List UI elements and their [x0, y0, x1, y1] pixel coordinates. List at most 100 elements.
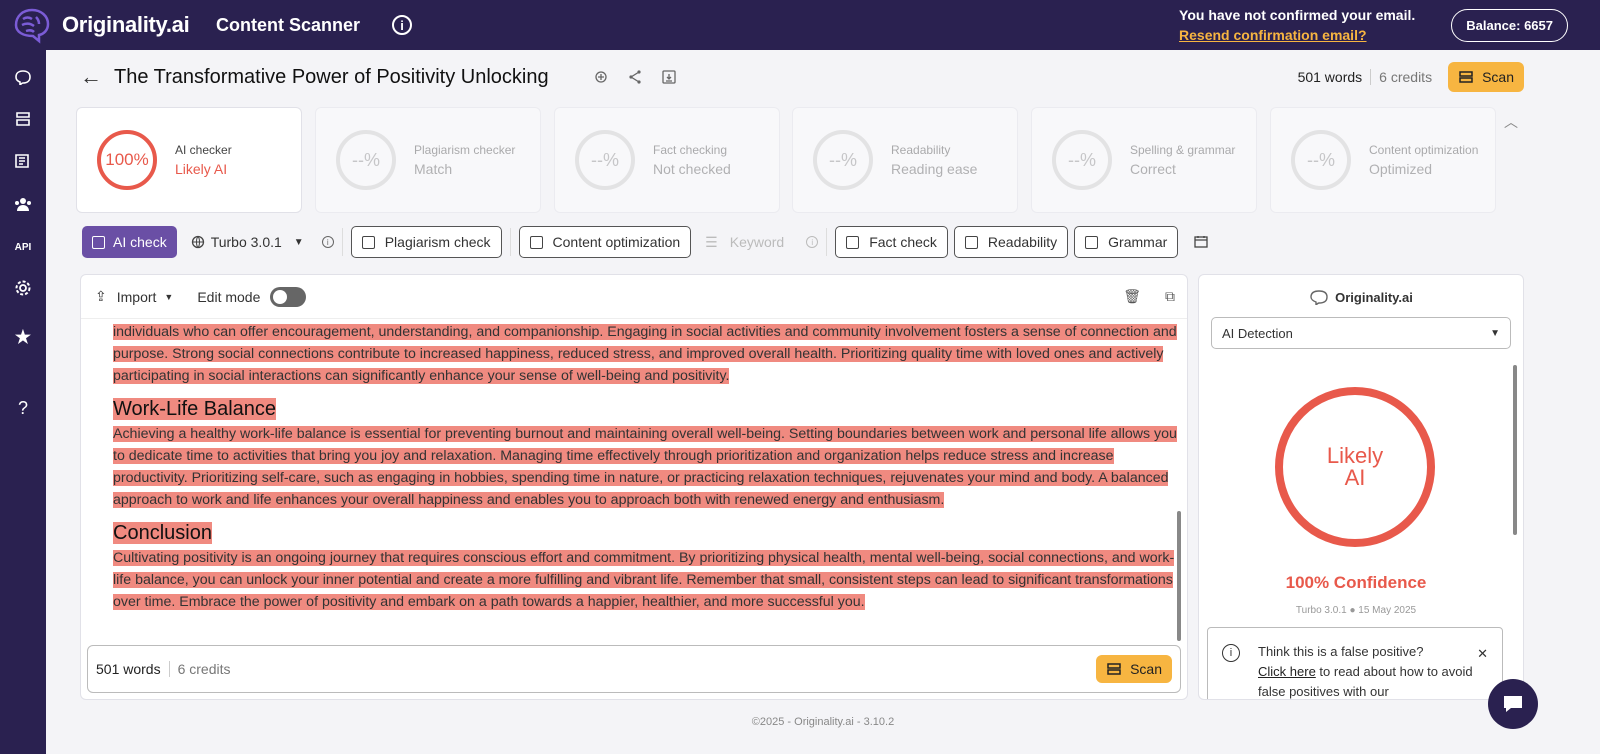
- scan-label: Scan: [1482, 69, 1514, 85]
- copy-icon[interactable]: ⧉: [1165, 288, 1175, 305]
- click-here-link[interactable]: Click here: [1258, 664, 1316, 679]
- globe-icon: [191, 235, 204, 249]
- confidence-score: 100% Confidence: [1285, 573, 1427, 592]
- checkbox-icon: [361, 235, 375, 249]
- card-label: Readability: [891, 143, 951, 157]
- grammar-toggle[interactable]: Grammar: [1074, 226, 1179, 258]
- info-icon[interactable]: i: [806, 236, 819, 248]
- grammar-label: Grammar: [1108, 234, 1168, 250]
- fact-check-toggle[interactable]: Fact check: [835, 226, 948, 258]
- card-result: Optimized: [1369, 161, 1433, 177]
- download-icon[interactable]: [661, 69, 677, 85]
- false-positive-notice: i ✕ Think this is a false positive? Clic…: [1207, 627, 1503, 699]
- card-result: Reading ease: [891, 161, 978, 177]
- balance-badge[interactable]: Balance: 6657: [1451, 8, 1568, 42]
- scroll-thumb[interactable]: [1177, 511, 1181, 641]
- divider: [168, 661, 170, 677]
- checkbox-checked-icon: [92, 235, 105, 249]
- spelling-grammar-card[interactable]: --% Spelling & grammar Correct: [1031, 107, 1257, 213]
- page-footer: ©2025 - Originality.ai - 3.10.2: [751, 716, 895, 728]
- chat-button[interactable]: [1488, 679, 1538, 729]
- editor-scrollbar[interactable]: [1175, 321, 1183, 651]
- app-title: Content Scanner: [216, 14, 361, 35]
- plagiarism-check-label: Plagiarism check: [384, 234, 491, 250]
- add-circle-icon[interactable]: [593, 69, 609, 85]
- document-title: The Transformative Power of Positivity U…: [114, 65, 549, 88]
- keyword-option[interactable]: ☰ Keyword i: [705, 233, 819, 251]
- info-icon[interactable]: i: [392, 15, 413, 35]
- scan-button[interactable]: Scan: [1448, 62, 1524, 92]
- checkbox-icon: [529, 235, 543, 249]
- close-icon[interactable]: ✕: [1477, 644, 1488, 664]
- plagiarism-card[interactable]: --% Plagiarism checker Match: [315, 107, 541, 213]
- editor-content[interactable]: individuals who can offer encouragement,…: [113, 321, 1177, 621]
- resend-confirmation-link[interactable]: Resend confirmation email?: [1179, 25, 1415, 45]
- content-optimization-toggle[interactable]: Content optimization: [518, 226, 692, 258]
- collapse-chevron-up-icon[interactable]: ︿: [1504, 112, 1518, 132]
- sidebar: API ★ ?: [0, 50, 46, 754]
- highlighted-paragraph: Cultivating positivity is an ongoing jou…: [113, 550, 1175, 610]
- info-icon[interactable]: i: [321, 236, 334, 248]
- fact-checking-card[interactable]: --% Fact checking Not checked: [554, 107, 780, 213]
- score-ring: --%: [575, 130, 635, 190]
- caret-down-icon: ▼: [164, 291, 174, 302]
- brain-nav-icon[interactable]: [12, 66, 34, 88]
- documents-icon[interactable]: [12, 150, 34, 172]
- result-line-2: AI: [1344, 465, 1366, 490]
- document-header: ← The Transformative Power of Positivity…: [80, 58, 1524, 96]
- email-notice: You have not confirmed your email. Resen…: [1179, 5, 1415, 45]
- readability-toggle[interactable]: Readability: [953, 226, 1069, 258]
- ai-score-ring: 100%: [97, 130, 157, 190]
- card-result: Match: [414, 161, 453, 177]
- brand-logo[interactable]: Originality.ai: [0, 5, 200, 45]
- checkbox-icon: [1085, 235, 1099, 249]
- sliders-icon: ☰: [705, 233, 718, 250]
- scroll-thumb[interactable]: [1513, 365, 1517, 535]
- keyword-label: Keyword: [729, 234, 785, 250]
- model-selector[interactable]: Turbo 3.0.1 ▼: [191, 234, 304, 250]
- back-arrow-icon[interactable]: ←: [80, 64, 104, 90]
- panel-scrollbar[interactable]: [1513, 365, 1519, 545]
- card-result: Not checked: [653, 161, 731, 177]
- word-count: 501 words: [1297, 69, 1363, 85]
- trash-icon[interactable]: 🗑: [1123, 288, 1141, 305]
- settings-gear-icon[interactable]: [12, 277, 34, 299]
- result-ring: Likely AI: [1275, 387, 1435, 547]
- edit-mode-label: Edit mode: [197, 288, 261, 305]
- readability-card[interactable]: --% Readability Reading ease: [792, 107, 1018, 213]
- content-optimization-label: Content optimization: [552, 234, 681, 250]
- ai-check-toggle[interactable]: AI check: [82, 226, 177, 258]
- team-icon[interactable]: [12, 193, 34, 215]
- divider: [826, 228, 828, 256]
- card-label: Content optimization: [1369, 143, 1479, 157]
- readability-label: Readability: [987, 234, 1058, 250]
- checkbox-icon: [964, 235, 978, 249]
- scan-button[interactable]: Scan: [1096, 655, 1172, 683]
- detection-type-dropdown[interactable]: AI Detection ▼: [1211, 317, 1511, 349]
- api-icon[interactable]: API: [12, 236, 34, 258]
- share-icon[interactable]: [627, 69, 643, 85]
- help-icon[interactable]: ?: [12, 397, 34, 419]
- panel-brand-name: Originality.ai: [1335, 289, 1413, 305]
- panel-brand: Originality.ai: [1199, 289, 1523, 305]
- score-ring: --%: [813, 130, 873, 190]
- calendar-icon[interactable]: [1194, 235, 1208, 249]
- plagiarism-check-toggle[interactable]: Plagiarism check: [350, 226, 502, 258]
- edit-mode-toggle[interactable]: [270, 286, 307, 307]
- model-label: Turbo 3.0.1: [210, 234, 282, 250]
- content-optimization-card[interactable]: --% Content optimization Optimized: [1270, 107, 1496, 213]
- star-icon[interactable]: ★: [12, 326, 34, 348]
- caret-down-icon: ▼: [293, 236, 304, 248]
- checkbox-icon: [846, 235, 860, 249]
- import-button[interactable]: Import: [117, 289, 157, 305]
- highlighted-paragraph: Achieving a healthy work-life balance is…: [113, 426, 1177, 508]
- card-label: Spelling & grammar: [1130, 143, 1236, 157]
- text-editor: ⇪ Import ▼ Edit mode 🗑 ⧉ individuals who…: [80, 274, 1188, 700]
- credit-count: 6 credits: [1379, 69, 1433, 85]
- upload-icon: ⇪: [95, 288, 107, 304]
- scan-stack-icon[interactable]: [12, 108, 34, 130]
- ai-checker-card[interactable]: 100% AI checker Likely AI: [76, 107, 302, 213]
- highlighted-paragraph: individuals who can offer encouragement,…: [113, 324, 1177, 384]
- divider: [509, 228, 511, 256]
- email-notice-text: You have not confirmed your email.: [1179, 7, 1416, 23]
